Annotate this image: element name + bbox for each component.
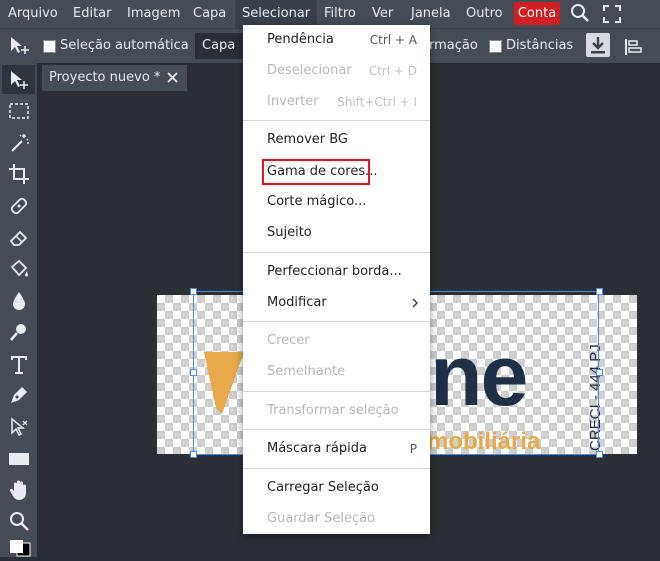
move-tool[interactable]	[2, 65, 35, 94]
healing-tool[interactable]	[2, 191, 35, 220]
menu-separator	[243, 391, 430, 392]
download-icon	[591, 37, 605, 54]
magic-wand-tool[interactable]	[2, 128, 35, 157]
download-button[interactable]	[586, 33, 610, 57]
fullscreen-icon[interactable]	[602, 4, 622, 28]
shortcut-mascara-rapida: P	[409, 442, 417, 456]
menu-outro[interactable]: Outro	[466, 0, 503, 28]
shortcut-inverter: Shift+Ctrl + I	[337, 95, 417, 109]
menu-item-carregar-selecao[interactable]: Carregar Seleção	[267, 478, 379, 498]
menu-capa[interactable]: Capa	[193, 0, 226, 28]
move-tool-icon	[9, 36, 31, 60]
auto-select-checkbox[interactable]	[43, 40, 56, 53]
menu-ver[interactable]: Ver	[372, 0, 393, 28]
hand-tool[interactable]	[2, 475, 35, 504]
highlight-box	[262, 159, 370, 185]
dodge-tool[interactable]	[2, 317, 35, 346]
chevron-right-icon	[411, 297, 419, 313]
transform-handle[interactable]	[596, 288, 603, 295]
eraser-tool[interactable]	[2, 222, 35, 251]
search-icon[interactable]	[569, 2, 591, 28]
crop-tool[interactable]	[2, 159, 35, 188]
menu-filtro[interactable]: Filtro	[324, 0, 356, 28]
shortcut-pendencia: Ctrl + A	[369, 33, 417, 47]
transform-handle[interactable]	[596, 451, 603, 458]
menu-item-remover-bg[interactable]: Remover BG	[267, 130, 348, 150]
shape-tool[interactable]	[2, 443, 35, 472]
shortcut-deselecionar: Ctrl + D	[368, 64, 417, 78]
menu-item-corte-magico[interactable]: Corte mágico...	[267, 192, 366, 212]
close-icon[interactable]	[166, 71, 179, 88]
menu-separator	[243, 468, 430, 469]
menu-item-semelhante[interactable]: Semelhante	[267, 362, 345, 382]
menu-separator	[243, 321, 430, 322]
menu-item-crecer[interactable]: Crecer	[267, 331, 310, 351]
auto-select-label: Seleção automática	[60, 38, 189, 53]
selecionar-menu: Pendência Ctrl + A Deselecionar Ctrl + D…	[243, 25, 430, 534]
menu-item-pendencia[interactable]: Pendência	[267, 30, 334, 50]
transform-handle[interactable]	[190, 451, 197, 458]
transform-handle[interactable]	[190, 288, 197, 295]
bucket-tool[interactable]	[2, 254, 35, 283]
menu-item-deselecionar[interactable]: Deselecionar	[267, 61, 352, 81]
text-tool[interactable]	[2, 349, 35, 378]
menu-item-perfeccionar-borda[interactable]: Perfeccionar borda...	[267, 262, 402, 282]
align-icon[interactable]	[624, 38, 644, 60]
distances-checkbox[interactable]	[489, 40, 502, 53]
menu-item-modificar[interactable]: Modificar	[267, 293, 327, 313]
color-swatches[interactable]	[9, 540, 31, 557]
transform-handle[interactable]	[190, 369, 197, 376]
menu-item-inverter[interactable]: Inverter	[267, 92, 319, 112]
document-tab-title: Proyecto nuevo *	[49, 70, 161, 85]
menu-item-mascara-rapida[interactable]: Máscara rápida	[267, 439, 367, 459]
menu-item-sujeito[interactable]: Sujeito	[267, 223, 312, 243]
pen-tool[interactable]	[2, 380, 35, 409]
menu-bar: Arquivo Editar Imagem Capa Selecionar Fi…	[0, 0, 660, 28]
distances-label: Distâncias	[506, 38, 574, 53]
tools-panel	[0, 62, 37, 557]
menu-item-transformar-selecao[interactable]: Transformar seleção	[267, 401, 399, 421]
menu-arquivo[interactable]: Arquivo	[8, 0, 58, 28]
document-tab[interactable]: Proyecto nuevo *	[42, 65, 187, 91]
menu-imagem[interactable]: Imagem	[127, 0, 180, 28]
transform-handle[interactable]	[596, 369, 603, 376]
layer-select[interactable]: Capa	[195, 33, 245, 59]
menu-item-guardar-selecao[interactable]: Guardar Seleção	[267, 509, 375, 529]
menu-selecionar[interactable]: Selecionar	[235, 0, 318, 28]
marquee-tool[interactable]	[2, 96, 35, 125]
menu-editar[interactable]: Editar	[73, 0, 112, 28]
menu-separator	[243, 429, 430, 430]
transform-label: rmação	[429, 38, 478, 53]
menu-separator	[243, 120, 430, 121]
menu-separator	[243, 252, 430, 253]
blur-tool[interactable]	[2, 286, 35, 315]
zoom-tool[interactable]	[2, 506, 35, 535]
path-select-tool[interactable]	[2, 412, 35, 441]
menu-janela[interactable]: Janela	[411, 0, 451, 28]
account-button[interactable]: Conta	[514, 2, 560, 25]
